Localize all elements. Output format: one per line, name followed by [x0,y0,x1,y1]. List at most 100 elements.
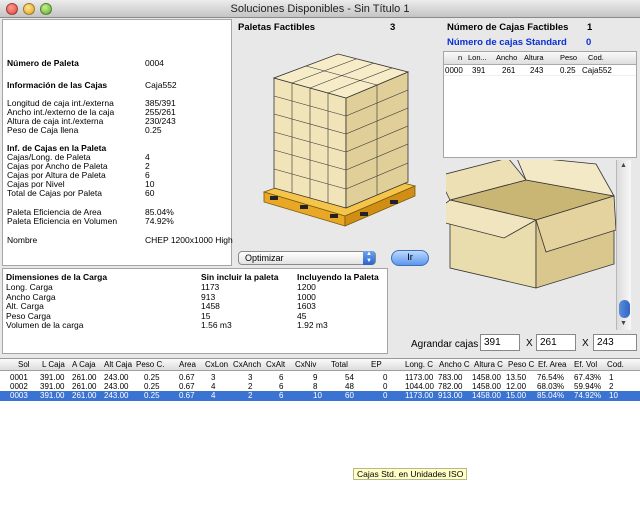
results-column-header[interactable]: A Caja [72,359,96,370]
enlarge-length-input[interactable]: 391 [480,334,520,351]
solutions-table[interactable]: Sol L Caja A Caja Alt Caja Peso C. Area CxLon C… [0,358,640,524]
without-pallet-header: Sin incluir la paleta [201,272,279,282]
enlarge-height-input[interactable]: 243 [593,334,637,351]
feasible-boxes-body: 0000 391 261 243 0.25 Caja552 [444,65,636,76]
zoom-window-button[interactable] [40,3,52,15]
go-button[interactable]: Ir [391,250,429,266]
minimize-window-button[interactable] [23,3,35,15]
feasible-column-header[interactable]: n [458,52,462,64]
results-column-header[interactable]: L Caja [42,359,65,370]
standard-boxes-label: Número de cajas Standard [447,37,567,48]
pallet-3d-view [250,40,420,245]
results-column-header[interactable]: CxAlt [266,359,285,370]
scrollbar-thumb[interactable] [619,300,630,318]
feasible-column-header[interactable]: Cod. [588,52,604,64]
results-column-header[interactable]: EP [371,359,382,370]
feasible-boxes-table[interactable]: n Lon... Ancho Altura Peso Cod. 0000 391 261 243… [443,51,637,158]
feasible-pallets-count: 3 [390,22,396,33]
box-3d-view [425,155,617,290]
pallet-info-panel: Número de Paleta 0004 Información de las C… [2,19,233,266]
load-col2: 45 [297,310,307,321]
info-value: 0.25 [145,125,162,135]
info-value: 60 [145,188,155,198]
info-label: Nombre [7,235,38,245]
info-value: CHEP 1200x1000 High [145,235,233,245]
results-cell: 6 [279,391,284,400]
load-label: Ancho Carga [6,291,56,302]
enlarge-boxes-label: Agrandar cajas [411,339,479,350]
results-column-header[interactable]: Long. C [405,359,433,370]
x-separator-1: X [526,338,533,349]
chevron-updown-icon: ▲ ▼ [363,251,375,265]
close-window-button[interactable] [6,3,18,15]
results-cell: 74.92% [574,391,602,400]
results-cell: 0.67 [179,391,195,400]
results-column-header[interactable]: Peso C. [136,359,164,370]
info-row: Número de Paleta 0004 [7,58,233,68]
load-col2: 1.92 m3 [297,320,328,330]
results-column-header[interactable]: CxNiv [295,359,316,370]
feasible-cell: 391 [472,66,486,75]
load-col1: 1458 [201,301,220,311]
optimize-select[interactable]: Optimizar ▲ ▼ [238,251,376,265]
results-cell: 1458.00 [472,391,501,400]
feasible-cell: 243 [530,66,544,75]
feasible-column-header[interactable]: Peso [560,52,577,64]
load-col2: 1603 [297,301,316,311]
standard-boxes-count: 0 [586,37,592,48]
load-row: Long. Carga 1173 1200 [6,282,386,292]
load-dimensions-panel: Dimensiones de la Carga Sin incluir la p… [2,268,388,354]
feasible-pallets-label: Paletas Factibles [238,22,316,33]
results-column-header[interactable]: Sol [18,359,30,370]
results-column-header[interactable]: Ancho C [439,359,470,370]
results-cell: 10 [313,391,322,400]
results-cell: 1173.00 [405,391,434,400]
results-cell: 391.00 [40,391,65,400]
results-column-header[interactable]: Area [179,359,196,370]
feasible-column-header[interactable]: Lon... [468,52,487,64]
feasible-cell: 0.25 [560,66,576,75]
feasible-cell: 261 [502,66,516,75]
results-column-header[interactable]: Ef. Area [538,359,566,370]
scroll-down-icon[interactable]: ▼ [620,320,627,327]
results-cell: 261.00 [72,391,97,400]
results-cell: 10 [609,391,618,400]
results-cell: 243.00 [104,391,129,400]
results-column-header[interactable]: Alt Caja [104,359,132,370]
load-dimensions-header: Dimensiones de la Carga Sin incluir la p… [6,272,386,282]
load-row: Volumen de la carga 1.56 m3 1.92 m3 [6,320,386,330]
info-label: Peso de Caja llena [7,125,79,135]
results-column-header[interactable]: Cod. [607,359,624,370]
table-row[interactable]: 0003 391.00 261.00 243.00 0.25 0.67 4 2 6 10 60 0 11… [0,391,640,401]
feasible-cell: 0000 [445,66,463,75]
load-row: Ancho Carga 913 1000 [6,292,386,302]
info-row: Paleta Eficiencia en Volumen 74.92% [7,216,233,226]
optimize-select-value: Optimizar [245,253,284,263]
info-row: Peso de Caja llena 0.25 [7,125,233,135]
results-column-header[interactable]: Altura C [474,359,503,370]
feasible-cell: Caja552 [582,66,612,75]
enlarge-width-input[interactable]: 261 [536,334,576,351]
info-value: 0004 [145,58,164,68]
box-view-scrollbar[interactable]: ▲ ▼ [616,160,631,330]
results-column-header[interactable]: Ef. Vol [574,359,597,370]
feasible-column-header[interactable]: Ancho [496,52,517,64]
solutions-table-header: Sol L Caja A Caja Alt Caja Peso C. Area CxLon C… [0,359,640,371]
scroll-up-icon[interactable]: ▲ [620,162,627,169]
load-col2: 1000 [297,291,316,302]
results-cell: 4 [211,391,216,400]
feasible-column-header[interactable]: Altura [524,52,544,64]
results-column-header[interactable]: Peso C [508,359,534,370]
results-column-header[interactable]: CxLon [205,359,228,370]
results-column-header[interactable]: Total [331,359,348,370]
load-label: Alt. Carga [6,301,44,311]
results-cell: 913.00 [438,391,463,400]
load-col1: 913 [201,291,216,302]
results-column-header[interactable]: CxAnch [233,359,261,370]
info-label: Total de Cajas por Paleta [7,188,102,198]
feasible-row[interactable]: 0000 391 261 243 0.25 Caja552 [444,65,636,76]
window-controls [6,3,52,15]
feasible-boxes-label: Número de Cajas Factibles [447,22,569,33]
info-value: 74.92% [145,216,174,226]
info-row: Nombre CHEP 1200x1000 High [7,235,233,245]
